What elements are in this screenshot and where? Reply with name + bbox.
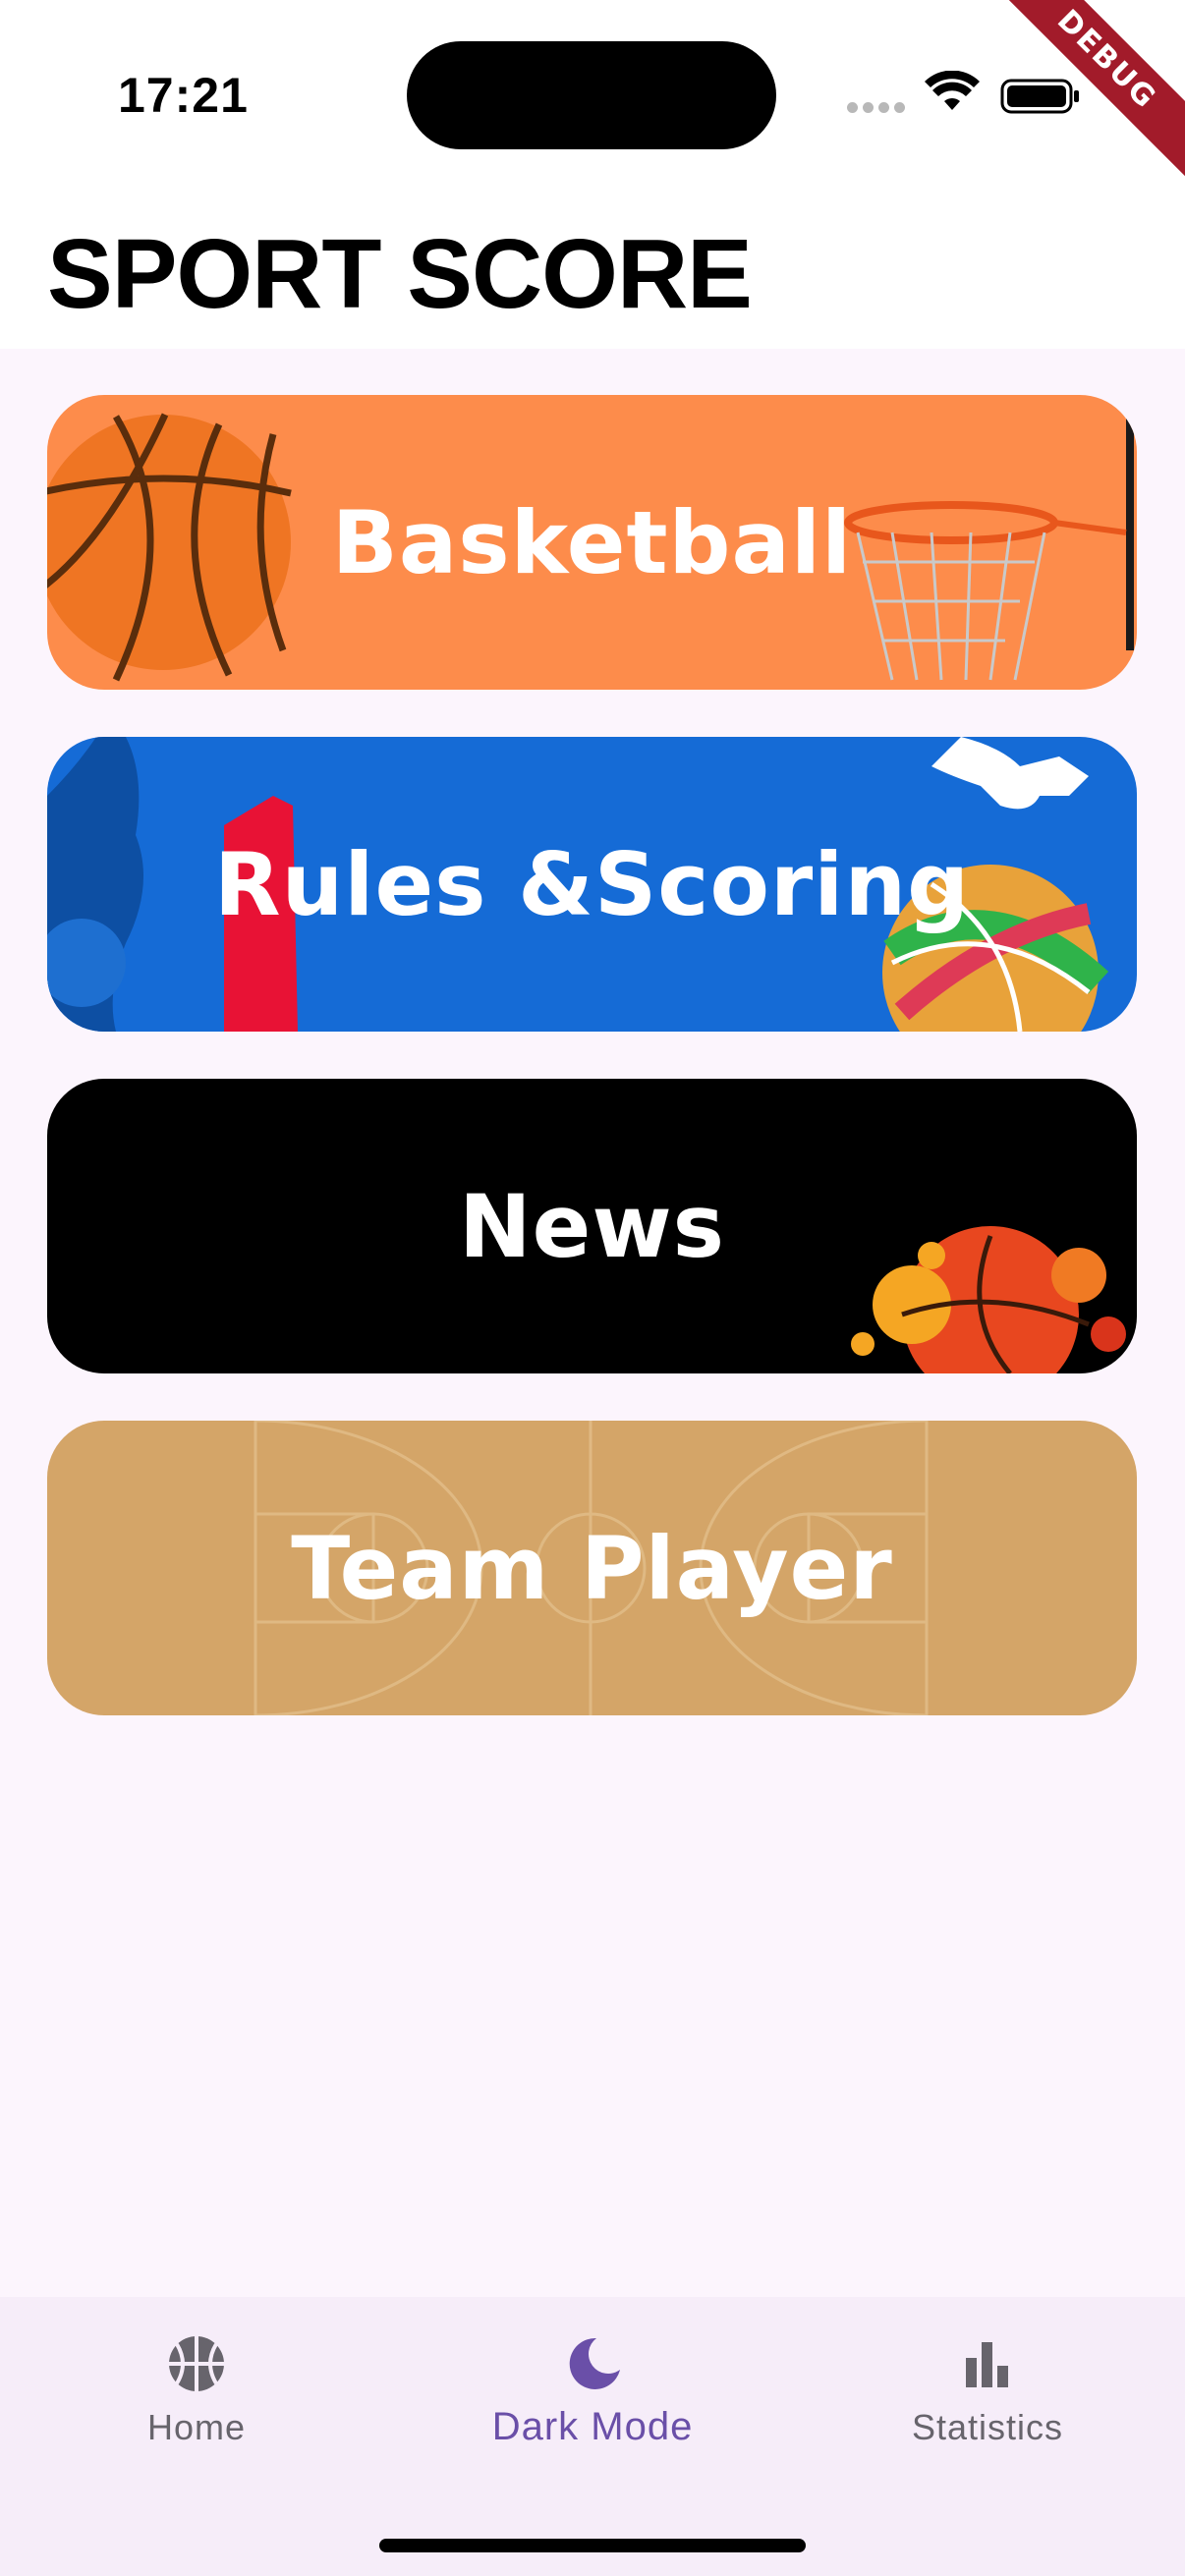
nav-label-home: Home <box>146 2407 247 2447</box>
basketball-card[interactable]: Basketball <box>47 395 1137 690</box>
nav-item-home[interactable]: Home <box>49 2332 344 2470</box>
bottom-navigation-bar: Home Dark Mode Statistics <box>0 2297 1185 2576</box>
status-bar: 17:21 DEBUG <box>0 0 1185 196</box>
rules-scoring-card-label: Rules &Scoring <box>213 833 971 935</box>
nav-item-statistics[interactable]: Statistics <box>840 2332 1135 2470</box>
wifi-icon <box>925 71 980 110</box>
news-card-label: News <box>458 1175 725 1277</box>
bar-chart-icon <box>966 2342 1008 2387</box>
status-time: 17:21 <box>118 68 249 123</box>
nav-item-dark-mode[interactable]: Dark Mode <box>445 2332 740 2470</box>
battery-icon <box>1000 79 1079 114</box>
nav-label-statistics: Statistics <box>911 2407 1064 2447</box>
cellular-signal-icon <box>847 102 908 116</box>
dynamic-island <box>407 41 776 149</box>
team-player-card[interactable]: Team Player <box>47 1421 1137 1715</box>
app-header: SPORT SCORE <box>0 196 1185 349</box>
page-title: SPORT SCORE <box>47 219 753 329</box>
nav-label-dark-mode: Dark Mode <box>491 2405 694 2448</box>
news-card[interactable]: News <box>47 1079 1137 1373</box>
moon-icon <box>569 2337 620 2389</box>
team-player-card-label: Team Player <box>291 1517 893 1619</box>
rules-scoring-card[interactable]: Rules &Scoring <box>47 737 1137 1032</box>
basketball-card-label: Basketball <box>331 491 853 593</box>
basketball-icon <box>169 2336 224 2391</box>
home-indicator[interactable] <box>379 2539 806 2552</box>
